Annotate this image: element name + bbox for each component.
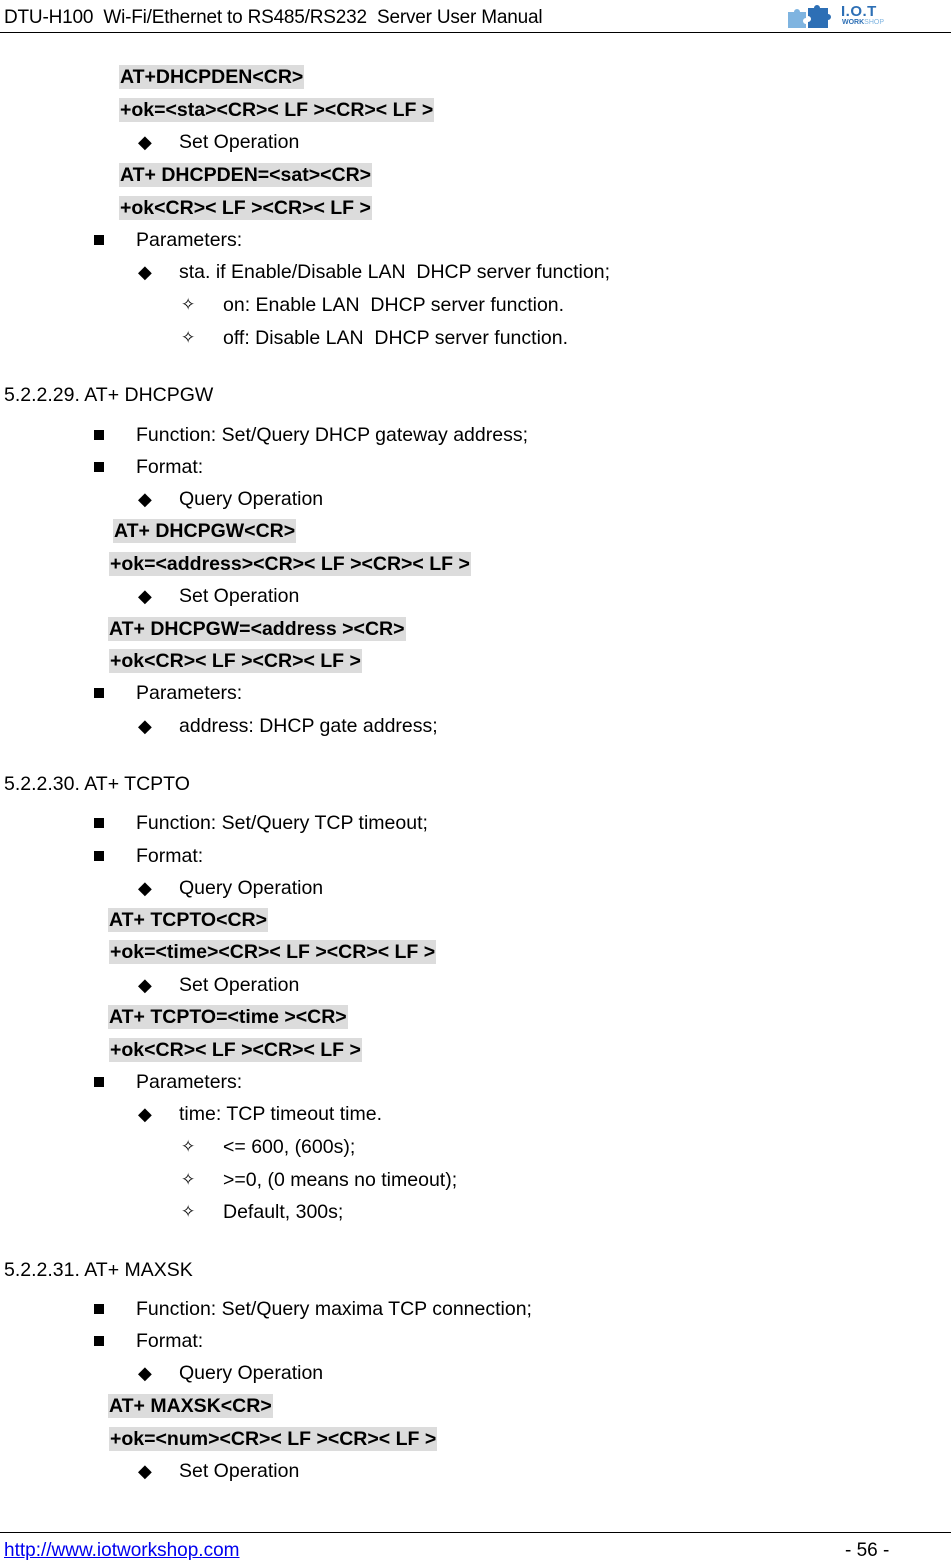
logo-subtext-work: WORK: [842, 19, 865, 26]
dhcpgw-param-address: address: DHCP gate address;: [179, 715, 438, 737]
star-bullet-icon: ✧: [181, 1137, 196, 1157]
maxsk-function: Function: Set/Query maxima TCP connectio…: [136, 1298, 532, 1320]
square-bullet-icon: [94, 818, 104, 828]
diamond-bullet-icon: ◆: [138, 1363, 152, 1383]
diamond-bullet-icon: ◆: [138, 262, 152, 282]
iot-workshop-logo: I.O.T WORKSHOP: [786, 2, 896, 30]
dhcpden-set-label: Set Operation: [179, 131, 300, 153]
square-bullet-icon: [94, 851, 104, 861]
tcpto-query-command: AT+ TCPTO<CR>: [108, 908, 269, 932]
dhcpden-query-response: +ok=<sta><CR>< LF ><CR>< LF >: [119, 98, 435, 122]
logo-text: I.O.T: [841, 3, 877, 20]
star-bullet-icon: ✧: [181, 1170, 196, 1190]
logo-subtext-shop: SHOP: [864, 19, 885, 26]
tcpto-set-label: Set Operation: [179, 974, 300, 996]
tcpto-query-label: Query Operation: [179, 877, 324, 899]
page-header: DTU-H100 Wi-Fi/Ethernet to RS485/RS232 S…: [0, 0, 951, 33]
dhcpgw-query-command: AT+ DHCPGW<CR>: [113, 519, 297, 543]
logo-subtext: WORKSHOP: [842, 19, 884, 26]
dhcpden-set-response: +ok<CR>< LF ><CR>< LF >: [119, 196, 372, 220]
maxsk-query-label: Query Operation: [179, 1362, 324, 1384]
page-number: - 56 -: [845, 1540, 890, 1561]
square-bullet-icon: [94, 688, 104, 698]
square-bullet-icon: [94, 1304, 104, 1314]
tcpto-params-label: Parameters:: [136, 1071, 243, 1093]
diamond-bullet-icon: ◆: [138, 1104, 152, 1124]
tcpto-option-max: <= 600, (600s);: [223, 1136, 356, 1158]
square-bullet-icon: [94, 1336, 104, 1346]
tcpto-function: Function: Set/Query TCP timeout;: [136, 812, 428, 834]
diamond-bullet-icon: ◆: [138, 489, 152, 509]
dhcpden-param-sta: sta. if Enable/Disable LAN DHCP server f…: [179, 261, 610, 283]
dhcpgw-function: Function: Set/Query DHCP gateway address…: [136, 424, 528, 446]
section-heading-maxsk: 5.2.2.31. AT+ MAXSK: [4, 1259, 193, 1281]
dhcpgw-set-response: +ok<CR>< LF ><CR>< LF >: [109, 649, 362, 673]
square-bullet-icon: [94, 462, 104, 472]
section-heading-tcpto: 5.2.2.30. AT+ TCPTO: [4, 773, 190, 795]
dhcpgw-query-response: +ok=<address><CR>< LF ><CR>< LF >: [109, 552, 471, 576]
maxsk-format-label: Format:: [136, 1330, 204, 1352]
diamond-bullet-icon: ◆: [138, 586, 152, 606]
page-footer: http://www.iotworkshop.com - 56 -: [0, 1532, 951, 1563]
dhcpden-option-off: off: Disable LAN DHCP server function.: [223, 327, 569, 349]
tcpto-option-default: Default, 300s;: [223, 1201, 344, 1223]
dhcpgw-set-label: Set Operation: [179, 585, 300, 607]
dhcpgw-set-command: AT+ DHCPGW=<address ><CR>: [108, 617, 406, 641]
dhcpgw-format-label: Format:: [136, 456, 204, 478]
tcpto-param-time: time: TCP timeout time.: [179, 1103, 383, 1125]
maxsk-query-command: AT+ MAXSK<CR>: [108, 1394, 273, 1418]
square-bullet-icon: [94, 235, 104, 245]
dhcpden-option-on: on: Enable LAN DHCP server function.: [223, 294, 565, 316]
star-bullet-icon: ✧: [181, 328, 196, 348]
dhcpgw-params-label: Parameters:: [136, 682, 243, 704]
tcpto-option-min: >=0, (0 means no timeout);: [223, 1169, 458, 1191]
section-heading-dhcpgw: 5.2.2.29. AT+ DHCPGW: [4, 384, 214, 406]
maxsk-set-label: Set Operation: [179, 1460, 300, 1482]
tcpto-query-response: +ok=<time><CR>< LF ><CR>< LF >: [109, 940, 437, 964]
dhcpden-set-command: AT+ DHCPDEN=<sat><CR>: [119, 163, 373, 187]
star-bullet-icon: ✧: [181, 1202, 196, 1222]
dhcpden-params-label: Parameters:: [136, 229, 243, 251]
square-bullet-icon: [94, 430, 104, 440]
tcpto-format-label: Format:: [136, 845, 204, 867]
diamond-bullet-icon: ◆: [138, 716, 152, 736]
diamond-bullet-icon: ◆: [138, 878, 152, 898]
dhcpgw-query-label: Query Operation: [179, 488, 324, 510]
dhcpden-query-command: AT+DHCPDEN<CR>: [119, 65, 305, 89]
diamond-bullet-icon: ◆: [138, 975, 152, 995]
website-link[interactable]: http://www.iotworkshop.com: [4, 1540, 239, 1562]
puzzle-logo-icon: [788, 5, 831, 28]
diamond-bullet-icon: ◆: [138, 1461, 152, 1481]
maxsk-query-response: +ok=<num><CR>< LF ><CR>< LF >: [109, 1427, 438, 1451]
star-bullet-icon: ✧: [181, 295, 196, 315]
tcpto-set-command: AT+ TCPTO=<time ><CR>: [108, 1005, 348, 1029]
document-title: DTU-H100 Wi-Fi/Ethernet to RS485/RS232 S…: [4, 7, 543, 28]
tcpto-set-response: +ok<CR>< LF ><CR>< LF >: [109, 1038, 362, 1062]
square-bullet-icon: [94, 1077, 104, 1087]
diamond-bullet-icon: ◆: [138, 132, 152, 152]
